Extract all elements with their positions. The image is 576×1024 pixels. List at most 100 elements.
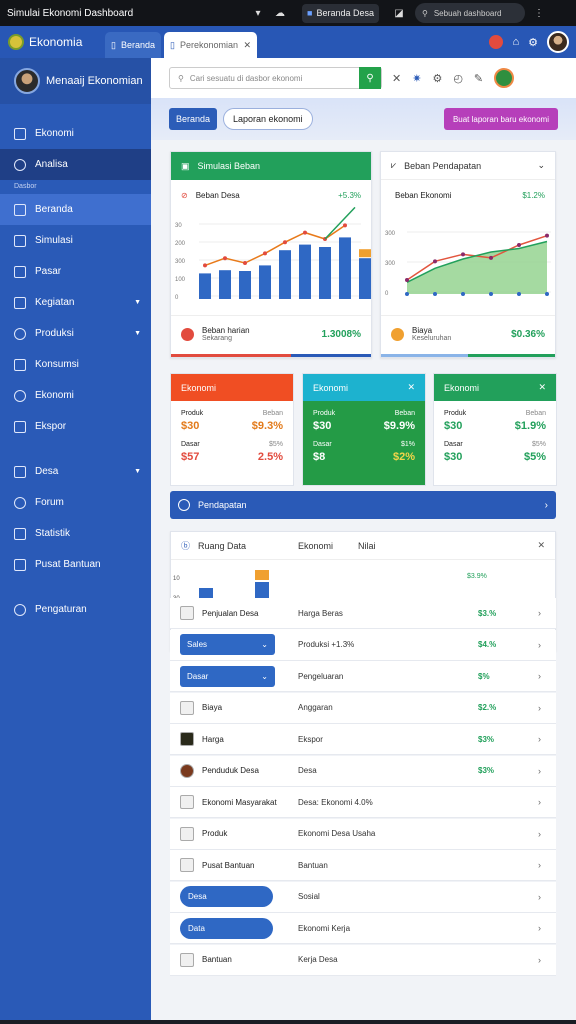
primary-button[interactable]: Beranda — [169, 108, 218, 130]
menu-icon[interactable]: ⋮ — [531, 5, 547, 21]
sidebar-user[interactable]: Menaaij Ekonomian — [0, 58, 151, 104]
edit-icon[interactable]: ✎ — [474, 72, 483, 85]
table-row[interactable]: Bantuan Kerja Desa › — [170, 944, 556, 976]
footer-sub: Keseluruhan — [412, 335, 452, 342]
y-tick-label: 30 — [175, 223, 182, 229]
row-detail: Anggaran — [298, 703, 333, 712]
avatar[interactable] — [547, 31, 569, 53]
browser-tab[interactable]: ■ Beranda Desa — [302, 3, 379, 23]
table-row[interactable]: Harga Ekspor $3% › — [170, 724, 556, 755]
tab-perekonomian[interactable]: ▯ Perekonomian ✕ — [164, 32, 257, 58]
series-point — [489, 255, 493, 260]
tab-beranda[interactable]: ▯ Beranda — [105, 32, 161, 58]
browser-search[interactable]: ⚲ Sebuah dashboard — [414, 3, 525, 23]
row-detail: Sosial — [298, 892, 320, 901]
logo-icon — [8, 34, 24, 50]
table-row[interactable]: Penduduk Desa Desa $3% › — [170, 755, 556, 787]
notification-icon[interactable] — [489, 35, 504, 49]
home-icon[interactable]: ⌂ — [512, 36, 519, 48]
chevron-right-icon: › — [538, 608, 541, 618]
close-icon[interactable]: ✕ — [538, 382, 546, 393]
stat-value: $9.3% — [251, 420, 283, 432]
sidebar-item-statistik[interactable]: Statistik — [0, 518, 151, 549]
close-icon[interactable]: ✕ — [407, 382, 415, 393]
table-row[interactable]: Desa Sosial › — [170, 881, 556, 913]
table-row[interactable]: Sales ⌄ Produksi +1.3% $4.% › — [170, 629, 556, 661]
sidebar-item-pengaturan[interactable]: Pengaturan — [0, 594, 151, 625]
row-label: Produk — [181, 410, 204, 417]
row-label: Produk — [444, 410, 467, 417]
sidebar-item-konsumsi[interactable]: Konsumsi — [0, 349, 151, 380]
stat-value: $30 — [313, 420, 332, 432]
chevron-right-icon: › — [538, 828, 541, 839]
chart-card-pendapatan: ⩗ Beban Pendapatan ⌄ Beban Ekonomi $1.2% 3… — [380, 151, 556, 358]
row-select[interactable]: Desa — [180, 886, 273, 907]
chart-icon — [14, 127, 26, 140]
table-row[interactable]: Dasar ⌄ Pengeluaran $% › — [170, 661, 556, 692]
table-row[interactable]: Data Ekonomi Kerja › — [170, 913, 556, 944]
settings-icon[interactable]: ⚙ — [528, 36, 538, 49]
row-value: $2.% — [478, 703, 497, 712]
profile-icon[interactable] — [494, 68, 515, 88]
sidebar-item-ekonomi-2[interactable]: Ekonomi — [0, 380, 151, 411]
table-row[interactable]: Penjualan Desa Harga Beras $3.% › — [170, 598, 556, 629]
chevron-down-icon[interactable]: ⌄ — [537, 160, 545, 171]
close-icon[interactable]: ✕ — [243, 40, 251, 51]
sidebar-item-analisa[interactable]: Analisa — [0, 149, 151, 180]
x-point — [461, 292, 465, 296]
sidebar-item-bantuan[interactable]: Pusat Bantuan — [0, 549, 151, 580]
row-detail: Produksi +1.3% — [298, 640, 355, 649]
chevron-right-icon: › — [538, 860, 541, 870]
table-row[interactable]: Produk Ekonomi Desa Usaha › — [170, 818, 556, 850]
sidebar-item-produksi[interactable]: Produksi ▼ — [0, 318, 151, 349]
chevron-right-icon: › — [538, 671, 541, 681]
create-report-button[interactable]: Buat laporan baru ekonomi — [443, 108, 558, 130]
bar — [339, 237, 351, 299]
footer-sub: Sekarang — [202, 335, 232, 342]
sidebar-item-simulasi[interactable]: Simulasi — [0, 225, 151, 256]
shuffle-icon[interactable]: ✕ — [392, 72, 401, 85]
sidebar-item-pasar[interactable]: Pasar — [0, 256, 151, 287]
bar — [359, 258, 371, 299]
row-select[interactable]: Dasar ⌄ — [180, 665, 275, 687]
tab-icon: ■ — [307, 8, 313, 18]
row-detail: Desa: Ekonomi 4.0% — [298, 797, 373, 807]
row-icon — [180, 606, 194, 620]
row-select[interactable]: Sales ⌄ — [180, 634, 275, 655]
sidebar-item-forum[interactable]: Forum — [0, 487, 151, 518]
card-header: Ekonomi ✕ — [434, 374, 556, 401]
timer-icon[interactable]: ◴ — [453, 72, 463, 85]
image-icon — [14, 358, 26, 371]
row-select[interactable]: Data — [180, 917, 273, 939]
row-detail: Desa — [298, 766, 317, 775]
chart-icon: ⊘ — [181, 191, 188, 200]
sidebar-item-ekonomi[interactable]: Ekonomi — [0, 118, 151, 149]
sidebar-item-desa[interactable]: Desa ▼ — [0, 456, 151, 487]
row-label: Dasar — [187, 671, 209, 681]
sidebar-item-kegiatan[interactable]: Kegiatan ▼ — [0, 287, 151, 318]
bar-chart: 30 200 300 100 0 — [175, 206, 371, 301]
row-label: Data — [188, 923, 205, 933]
series-point — [283, 240, 287, 245]
table-row[interactable]: Biaya Anggaran $2.% › — [170, 692, 556, 724]
search-button[interactable]: ⚲ — [359, 67, 381, 89]
network-icon[interactable]: ✷ — [412, 72, 421, 85]
bar — [279, 250, 291, 299]
table-row[interactable]: Pusat Bantuan Bantuan › — [170, 850, 556, 881]
pendapatan-banner[interactable]: Pendapatan › — [170, 491, 556, 519]
row-label: Produk — [202, 829, 228, 838]
close-icon[interactable]: ✕ — [537, 540, 545, 551]
doc-icon — [14, 265, 26, 278]
row-detail: Ekonomi Kerja — [298, 923, 351, 933]
search-input[interactable]: ⚲ Cari sesuatu di dasbor ekonomi ⚲ — [169, 67, 382, 89]
building-icon — [14, 465, 26, 478]
report-button[interactable]: Laporan ekonomi — [223, 108, 313, 130]
sidebar-item-ekspor[interactable]: Ekspor — [0, 411, 151, 442]
app-logo[interactable]: Ekonomia — [0, 34, 105, 50]
sidebar-item-beranda[interactable]: Beranda — [0, 194, 151, 225]
extension-icon[interactable]: ◪ — [391, 5, 407, 21]
row-icon — [180, 795, 194, 809]
stat-card-1: Ekonomi Produk Beban $30 $9.3% Dasar $5% $5… — [170, 373, 294, 486]
table-row[interactable]: Ekonomi Masyarakat Desa: Ekonomi 4.0% › — [170, 787, 556, 818]
gear-icon[interactable]: ⚙ — [432, 72, 442, 85]
